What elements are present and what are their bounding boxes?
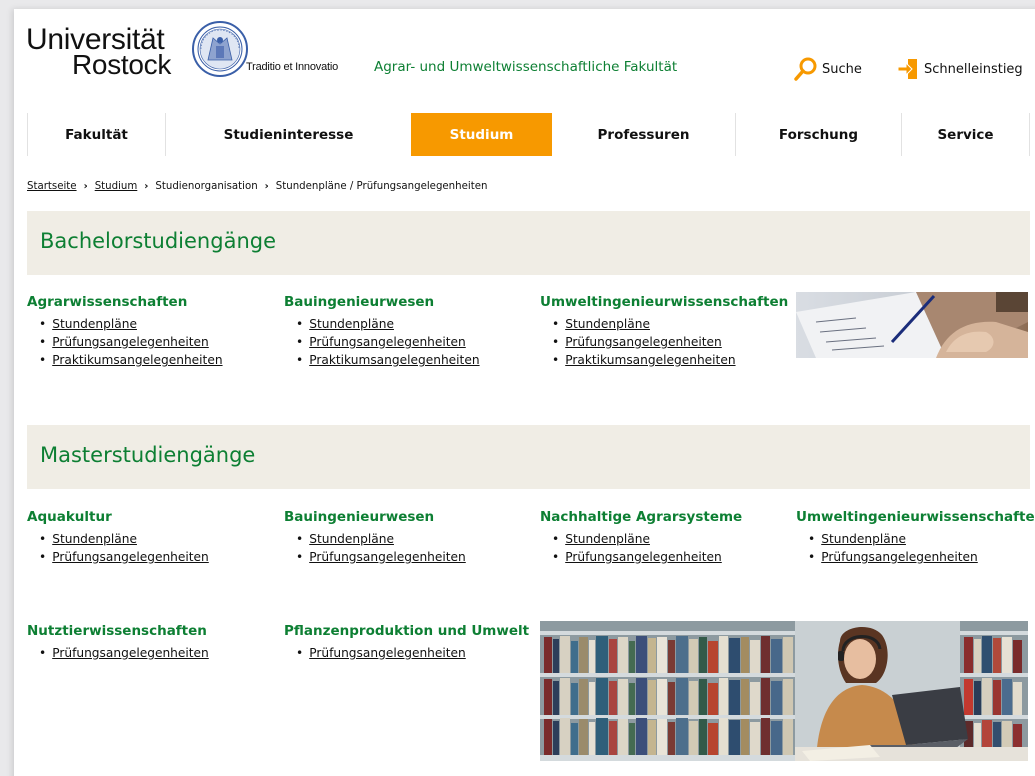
breadcrumb-startseite[interactable]: Startseite <box>27 181 77 192</box>
column-title: Nachhaltige Agrarsysteme <box>540 509 743 525</box>
nav-item-studieninteresse[interactable]: Studieninteresse <box>165 113 411 156</box>
link-pruefungen[interactable]: Prüfungsangelegenheiten <box>565 550 722 564</box>
nav-item-forschung[interactable]: Forschung <box>735 113 901 156</box>
list-item: Stundenpläne <box>808 530 1035 548</box>
link-stundenplaene[interactable]: Stundenpläne <box>565 317 650 331</box>
link-pruefungen[interactable]: Prüfungsangelegenheiten <box>309 335 466 349</box>
list-item: Stundenpläne <box>39 315 223 333</box>
nav-item-professuren[interactable]: Professuren <box>552 113 735 156</box>
link-pruefungen[interactable]: Prüfungsangelegenheiten <box>52 550 209 564</box>
master-section-header: Masterstudiengänge <box>27 425 1030 489</box>
bachelor-section-header: Bachelorstudiengänge <box>27 211 1030 275</box>
nav-item-service[interactable]: Service <box>901 113 1030 156</box>
list-item: Praktikumsangelegenheiten <box>552 351 788 369</box>
breadcrumb-studienorganisation: Studienorganisation <box>155 181 258 192</box>
bachelor-column-agrar: Agrarwissenschaften Stundenpläne Prüfung… <box>27 294 223 369</box>
link-stundenplaene[interactable]: Stundenpläne <box>309 532 394 546</box>
list-item: Prüfungsangelegenheiten <box>552 548 742 566</box>
list-item: Stundenpläne <box>296 530 466 548</box>
quick-access-label: Schnelleinstieg <box>924 61 1023 77</box>
link-pruefungen[interactable]: Prüfungsangelegenheiten <box>565 335 722 349</box>
link-pruefungen[interactable]: Prüfungsangelegenheiten <box>821 550 978 564</box>
list-item: Stundenpläne <box>296 315 480 333</box>
breadcrumb-studium[interactable]: Studium <box>95 181 138 192</box>
page: Universität Rostock Traditio et Innovati… <box>14 9 1035 776</box>
nav-item-studium[interactable]: Studium <box>411 113 552 156</box>
chevron-right-icon: › <box>144 181 149 192</box>
bachelor-column-umwelt: Umweltingenieurwissenschaften Stundenplä… <box>540 294 788 369</box>
master-column-pflanzen: Pflanzenproduktion und Umwelt Prüfungsan… <box>284 623 529 662</box>
master-column-umwelt: Umweltingenieurwissenschaften Stundenplä… <box>796 509 1035 566</box>
quick-access-button[interactable]: Schnelleinstieg <box>896 57 1023 81</box>
list-item: Prüfungsangelegenheiten <box>552 333 788 351</box>
list-item: Prüfungsangelegenheiten <box>296 333 480 351</box>
chevron-right-icon: › <box>264 181 269 192</box>
link-praktikum[interactable]: Praktikumsangelegenheiten <box>565 353 735 367</box>
master-column-nutztier: Nutztierwissenschaften Prüfungsangelegen… <box>27 623 209 662</box>
link-stundenplaene[interactable]: Stundenpläne <box>565 532 650 546</box>
list-item: Stundenpläne <box>552 315 788 333</box>
breadcrumb-current: Stundenpläne / Prüfungsangelegenheiten <box>275 181 488 192</box>
list-item: Praktikumsangelegenheiten <box>39 351 222 369</box>
link-stundenplaene[interactable]: Stundenpläne <box>821 532 906 546</box>
chevron-right-icon: › <box>83 181 88 192</box>
column-title: Umweltingenieurwissenschaften <box>796 509 1035 525</box>
column-title: Pflanzenproduktion und Umwelt <box>284 623 530 639</box>
search-label: Suche <box>822 61 862 77</box>
main-navigation: Fakultät Studieninteresse Studium Profes… <box>27 113 1030 156</box>
list-item: Praktikumsangelegenheiten <box>296 351 479 369</box>
bachelor-column-bau: Bauingenieurwesen Stundenpläne Prüfungsa… <box>284 294 480 369</box>
link-stundenplaene[interactable]: Stundenpläne <box>52 532 137 546</box>
list-item: Prüfungsangelegenheiten <box>296 644 529 662</box>
search-icon <box>794 57 817 81</box>
column-title: Bauingenieurwesen <box>284 509 435 525</box>
master-title: Masterstudiengänge <box>40 443 256 467</box>
column-title: Aquakultur <box>27 509 112 525</box>
link-praktikum[interactable]: Praktikumsangelegenheiten <box>309 353 479 367</box>
nav-item-fakultaet[interactable]: Fakultät <box>27 113 165 156</box>
university-logo[interactable]: Universität Rostock <box>26 25 171 79</box>
breadcrumb: Startseite › Studium › Studienorganisati… <box>27 181 487 192</box>
column-title: Bauingenieurwesen <box>284 294 435 310</box>
master-column-aquakultur: Aquakultur Stundenpläne Prüfungsangelege… <box>27 509 209 566</box>
quick-access-icon <box>897 59 917 79</box>
exam-writing-photo <box>796 292 1028 358</box>
search-button[interactable]: Suche <box>794 57 862 81</box>
link-pruefungen[interactable]: Prüfungsangelegenheiten <box>309 646 466 660</box>
bachelor-title: Bachelorstudiengänge <box>40 229 277 253</box>
master-column-agrarsysteme: Nachhaltige Agrarsysteme Stundenpläne Pr… <box>540 509 742 566</box>
link-pruefungen[interactable]: Prüfungsangelegenheiten <box>52 335 209 349</box>
master-column-bau: Bauingenieurwesen Stundenpläne Prüfungsa… <box>284 509 466 566</box>
link-praktikum[interactable]: Praktikumsangelegenheiten <box>52 353 222 367</box>
list-item: Prüfungsangelegenheiten <box>39 644 209 662</box>
link-pruefungen[interactable]: Prüfungsangelegenheiten <box>309 550 466 564</box>
column-title: Umweltingenieurwissenschaften <box>540 294 789 310</box>
list-item: Prüfungsangelegenheiten <box>39 333 223 351</box>
motto: Traditio et Innovatio <box>246 61 339 73</box>
list-item: Prüfungsangelegenheiten <box>808 548 1035 566</box>
list-item: Stundenpläne <box>552 530 742 548</box>
library-student-photo <box>540 621 1028 761</box>
link-stundenplaene[interactable]: Stundenpläne <box>309 317 394 331</box>
link-pruefungen[interactable]: Prüfungsangelegenheiten <box>52 646 209 660</box>
list-item: Prüfungsangelegenheiten <box>39 548 209 566</box>
list-item: Prüfungsangelegenheiten <box>296 548 466 566</box>
link-stundenplaene[interactable]: Stundenpläne <box>52 317 137 331</box>
university-seal-icon <box>192 21 248 77</box>
column-title: Nutztierwissenschaften <box>27 623 207 639</box>
faculty-title[interactable]: Agrar- und Umweltwissenschaftliche Fakul… <box>374 59 677 75</box>
list-item: Stundenpläne <box>39 530 209 548</box>
column-title: Agrarwissenschaften <box>27 294 188 310</box>
